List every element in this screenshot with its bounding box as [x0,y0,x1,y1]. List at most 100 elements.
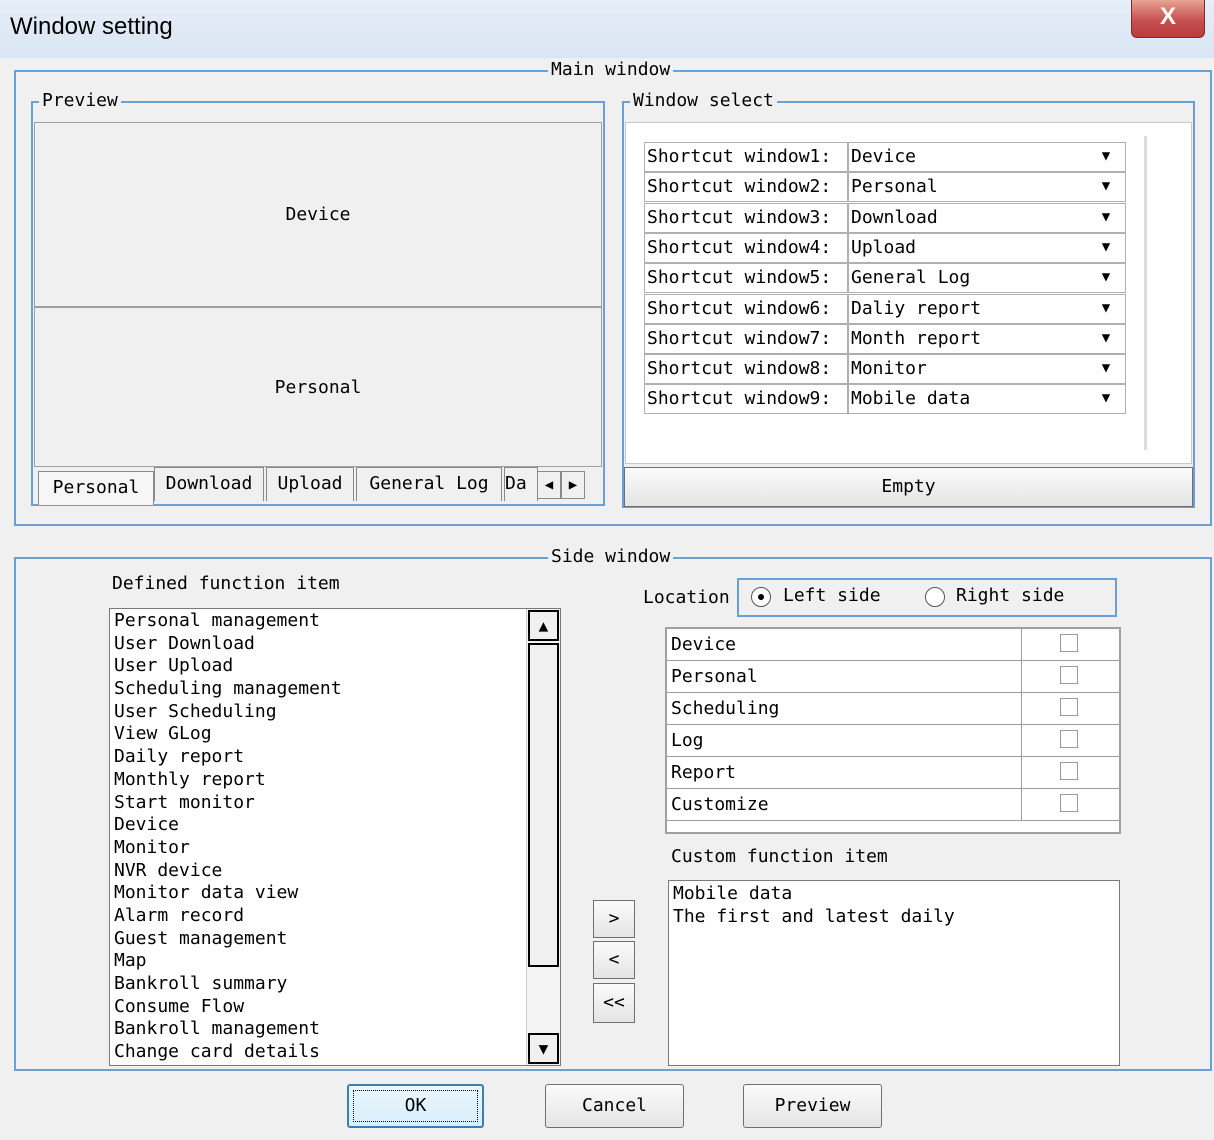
list-item[interactable]: Mobile data [669,883,1119,906]
close-button[interactable]: X [1131,0,1205,38]
right-side-radio[interactable] [925,587,945,607]
list-item[interactable]: Guest management [110,928,524,951]
add-item-button[interactable]: > [593,900,635,938]
preview-legend: Preview [39,91,121,111]
list-item[interactable]: Consume Flow [110,996,524,1019]
category-checkbox[interactable] [1060,794,1078,812]
custom-function-list[interactable]: Mobile data The first and latest daily [668,880,1120,1066]
list-item[interactable]: Alarm record [110,905,524,928]
right-side-label[interactable]: Right side [956,585,1064,606]
window-select-row-8: Shortcut window8: Monitor ▼ [644,354,1126,385]
list-item[interactable]: View GLog [110,723,524,746]
tab-general-log[interactable]: General Log [356,467,502,501]
shortcut-window-7-select[interactable]: Month report [848,323,1126,354]
remove-all-button[interactable]: << [593,983,635,1023]
list-item[interactable]: User Scheduling [110,701,524,724]
scroll-thumb[interactable] [528,643,559,967]
tab-personal[interactable]: Personal [38,471,154,505]
title-bar [0,0,1214,58]
window-select-scrollbar-track [1144,136,1147,450]
defined-function-items: Personal management User Download User U… [110,610,524,1064]
left-side-label[interactable]: Left side [783,585,881,606]
list-item[interactable]: Personal management [110,610,524,633]
shortcut-window-2-select[interactable]: Personal [848,172,1126,203]
shortcut-window-9-select[interactable]: Mobile data [848,384,1126,415]
window-select-row-3: Shortcut window3: Download ▼ [644,202,1126,233]
chevron-down-icon[interactable]: ▼ [1094,263,1118,293]
list-item[interactable]: Daily report [110,746,524,769]
list-item[interactable]: User Download [110,633,524,656]
chevron-down-icon[interactable]: ▼ [1094,142,1118,172]
window-select-row-6: Shortcut window6: Daliy report ▼ [644,293,1126,324]
category-checkbox[interactable] [1060,698,1078,716]
empty-button[interactable]: Empty [624,467,1193,507]
preview-pane-top: Device [34,122,602,307]
list-item[interactable]: Device [110,814,524,837]
shortcut-window-1-value: Device [851,146,917,167]
tab-daily-report[interactable]: Da [504,467,538,501]
remove-item-button[interactable]: < [593,941,635,979]
chevron-down-icon[interactable]: ▼ [1094,294,1118,324]
shortcut-window-2-value: Personal [851,176,938,198]
category-checkbox[interactable] [1060,730,1078,748]
category-label: Device [671,634,737,655]
ok-button[interactable]: OK [347,1084,484,1128]
main-window-legend: Main window [548,60,674,80]
shortcut-window-4-label: Shortcut window4: [644,232,848,263]
shortcut-window-6-value: Daliy report [851,297,982,319]
list-item[interactable]: User Upload [110,655,524,678]
arrow-down-icon: ▼ [538,1039,549,1058]
category-checkbox[interactable] [1060,762,1078,780]
chevron-down-icon[interactable]: ▼ [1094,354,1118,384]
shortcut-window-4-select[interactable]: Upload [848,232,1126,263]
window-select-row-2: Shortcut window2: Personal ▼ [644,172,1126,203]
cancel-button[interactable]: Cancel [545,1084,684,1128]
shortcut-window-6-select[interactable]: Daliy report [848,293,1126,324]
shortcut-window-5-select[interactable]: General Log [848,263,1126,294]
defined-list-scrollbar[interactable]: ▲ ▼ [526,609,560,1065]
shortcut-window-6-label: Shortcut window6: [644,293,848,324]
shortcut-window-2-label: Shortcut window2: [644,172,848,203]
scroll-down-button[interactable]: ▼ [528,1033,559,1064]
shortcut-window-8-select[interactable]: Monitor [848,354,1126,385]
category-checkbox[interactable] [1060,666,1078,684]
window-select-legend: Window select [630,91,777,111]
tab-scroll-left-button[interactable]: ◀ [537,471,561,499]
shortcut-window-8-label: Shortcut window8: [644,354,848,385]
tab-upload[interactable]: Upload [266,467,354,501]
chevron-down-icon[interactable]: ▼ [1094,233,1118,263]
preview-button[interactable]: Preview [743,1084,882,1128]
list-item[interactable]: Start monitor [110,792,524,815]
category-row-report: Report [667,757,1119,789]
chevron-down-icon[interactable]: ▼ [1094,384,1118,414]
list-item[interactable]: The first and latest daily [669,906,1119,929]
shortcut-window-3-select[interactable]: Download [848,202,1126,233]
list-item[interactable]: Monthly report [110,769,524,792]
category-row-device: Device [667,629,1119,661]
list-item[interactable]: Monitor [110,837,524,860]
shortcut-window-7-value: Month report [851,327,982,349]
list-item[interactable]: Monitor data view [110,882,524,905]
list-item[interactable]: Bankroll management [110,1018,524,1041]
defined-function-list[interactable]: Personal management User Download User U… [109,608,561,1066]
defined-function-label: Defined function item [112,573,340,594]
category-checkbox[interactable] [1060,634,1078,652]
preview-pane-bottom-label: Personal [274,376,362,398]
chevron-down-icon[interactable]: ▼ [1094,203,1118,233]
window-select-row-9: Shortcut window9: Mobile data ▼ [644,384,1126,415]
category-table: Device Personal Scheduling Log Report Cu… [665,627,1121,834]
chevron-down-icon[interactable]: ▼ [1094,324,1118,354]
scroll-up-button[interactable]: ▲ [528,610,559,641]
left-side-radio[interactable] [751,587,771,607]
preview-pane-bottom: Personal [34,307,602,467]
list-item[interactable]: Map [110,950,524,973]
tab-scroll-right-button[interactable]: ▶ [561,471,585,499]
shortcut-window-3-value: Download [851,206,938,228]
list-item[interactable]: Scheduling management [110,678,524,701]
list-item[interactable]: Change card details [110,1041,524,1064]
tab-download[interactable]: Download [154,467,264,501]
shortcut-window-1-select[interactable]: Device [848,142,1126,172]
list-item[interactable]: Bankroll summary [110,973,524,996]
list-item[interactable]: NVR device [110,860,524,883]
chevron-down-icon[interactable]: ▼ [1094,172,1118,202]
